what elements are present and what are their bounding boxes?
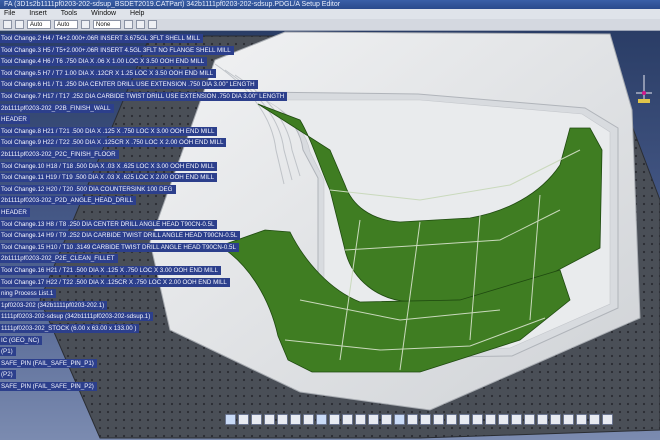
tree-item[interactable]: HEADER	[0, 208, 30, 217]
tree-item[interactable]: Tool Change.10 H18 / T18 .500 DIA X .03 …	[0, 161, 218, 171]
toolbar-button[interactable]	[602, 413, 613, 425]
tree-item[interactable]: 2b1111pf0203-202_P2D_ANGLE_HEAD_DRILL	[0, 196, 137, 206]
tree-item[interactable]: HEADER	[0, 115, 30, 125]
iso-view-button[interactable]	[316, 413, 327, 425]
toolbar-button[interactable]	[459, 413, 470, 425]
tree-item[interactable]: Tool Change.3 H5 / T5+2.000+.06R INSERT …	[0, 45, 234, 55]
zoom-out-button[interactable]	[290, 413, 301, 425]
menu-window[interactable]: Window	[91, 9, 116, 19]
toolbar-button[interactable]	[381, 413, 392, 425]
tree-item[interactable]: Tool Change.4 H6 / T6 .750 DIA X .06 X 1…	[0, 57, 208, 67]
menu-tools[interactable]: Tools	[61, 9, 77, 19]
tree-item[interactable]: Tool Change.15 H10 / T10 .3149 CARBIDE T…	[0, 242, 239, 252]
tree-item[interactable]: SAFE_PIN (FAIL_SAFE_PIN_P1)	[0, 358, 97, 368]
toolbar-button[interactable]	[498, 413, 509, 425]
toolbar-button[interactable]	[124, 20, 133, 29]
select-tool-button[interactable]	[225, 413, 236, 425]
menu-insert[interactable]: Insert	[29, 9, 47, 19]
tree-item[interactable]: 1111pf0203-202-sdsup (342b1111pf0203-202…	[0, 312, 154, 322]
tree-item[interactable]: Tool Change.9 H22 / T22 .500 DIA X .125C…	[0, 138, 227, 148]
tree-item[interactable]: 2b1111pf0203-202_P2E_CLEAN_FILLET	[0, 254, 118, 264]
tree-item[interactable]: (P2)	[0, 370, 16, 380]
toolbar-button[interactable]	[15, 20, 24, 29]
toolbar-combo-2[interactable]: Auto	[54, 20, 78, 29]
toolbar-button[interactable]	[472, 413, 483, 425]
bottom-toolbar	[225, 412, 620, 426]
toolbar-button[interactable]	[537, 413, 548, 425]
tree-item[interactable]: (P1)	[0, 347, 16, 357]
toolbar-button[interactable]	[446, 413, 457, 425]
toolbar-combo-1[interactable]: Auto	[27, 20, 51, 29]
toolbar-button[interactable]	[563, 413, 574, 425]
toolbar-button[interactable]	[81, 20, 90, 29]
tree-item[interactable]: ning Process List.1	[0, 289, 57, 299]
rotate-button[interactable]	[264, 413, 275, 425]
toolbar-button[interactable]	[394, 413, 405, 425]
tree-item[interactable]: Tool Change.6 H1 / T1 .250 DIA CENTER DR…	[0, 80, 258, 90]
toolbar-button[interactable]	[576, 413, 587, 425]
tree-item[interactable]: Tool Change.11 H19 / T19 .500 DIA X .03 …	[0, 173, 218, 183]
normal-view-button[interactable]	[303, 413, 314, 425]
tree-item[interactable]: 1111pf0203-202_STOCK (6.00 x 63.00 x 133…	[0, 324, 140, 333]
render-style-button[interactable]	[329, 413, 340, 425]
toolbar-button[interactable]	[589, 413, 600, 425]
fit-all-button[interactable]	[238, 413, 249, 425]
zoom-in-button[interactable]	[277, 413, 288, 425]
toolbar-button[interactable]	[148, 20, 157, 29]
tree-item[interactable]: SAFE_PIN (FAIL_SAFE_PIN_P2)	[0, 382, 97, 391]
tree-item[interactable]: 2b1111pf0203-202_P2B_FINISH_WALL	[0, 103, 114, 113]
toolbar-button[interactable]	[550, 413, 561, 425]
window-title: FA (3D1s2b1111pf0203-202-sdsup_BSDET2019…	[4, 1, 341, 8]
tree-item[interactable]: IC (GEO_NC)	[0, 335, 43, 345]
toolbar-button[interactable]	[420, 413, 431, 425]
tree-item[interactable]: Tool Change.2 H4 / T4+2.000+.06R INSERT …	[0, 34, 204, 43]
toolbar-combo-3[interactable]: None	[93, 20, 121, 29]
toolbar-button[interactable]	[136, 20, 145, 29]
toolbar-button[interactable]	[511, 413, 522, 425]
tree-item[interactable]: Tool Change.17 H22 / T22 .500 DIA X .125…	[0, 277, 230, 287]
window-title-bar: FA (3D1s2b1111pf0203-202-sdsup_BSDET2019…	[0, 0, 660, 9]
menu-help[interactable]: Help	[130, 9, 144, 19]
tree-item[interactable]: Tool Change.8 H21 / T21 .500 DIA X .125 …	[0, 126, 218, 136]
tree-item[interactable]: 1pf0203-202 (342b1111pf0203-202.1)	[0, 300, 108, 310]
toolbar-button[interactable]	[485, 413, 496, 425]
tree-item[interactable]: Tool Change.14 H9 / T9 .252 DIA CARBIDE …	[0, 231, 241, 241]
toolbar-button[interactable]	[524, 413, 535, 425]
toolbar-button[interactable]	[368, 413, 379, 425]
tree-item[interactable]: 2b1111pf0203-202_P2C_FINISH_FLOOR	[0, 150, 119, 159]
pan-button[interactable]	[251, 413, 262, 425]
tree-item[interactable]: Tool Change.7 H17 / T17 .252 DIA CARBIDE…	[0, 92, 288, 101]
toolbar-button[interactable]	[407, 413, 418, 425]
tree-item[interactable]: Tool Change.5 H7 / T7 1.00 DIA X .12CR X…	[0, 68, 217, 78]
tree-item[interactable]: Tool Change.12 H20 / T20 .500 DIA COUNTE…	[0, 184, 176, 194]
top-toolbar: Auto Auto None	[0, 19, 660, 31]
swap-visible-button[interactable]	[355, 413, 366, 425]
menu-file[interactable]: File	[4, 9, 15, 19]
toolbar-button[interactable]	[433, 413, 444, 425]
toolbar-button[interactable]	[3, 20, 12, 29]
hide-show-button[interactable]	[342, 413, 353, 425]
menu-bar: File Insert Tools Window Help	[0, 9, 660, 19]
tree-item[interactable]: Tool Change.16 H21 / T21 .500 DIA X .125…	[0, 266, 221, 275]
tree-item[interactable]: Tool Change.13 H8 / T8 .250 DIA CENTER D…	[0, 219, 218, 229]
